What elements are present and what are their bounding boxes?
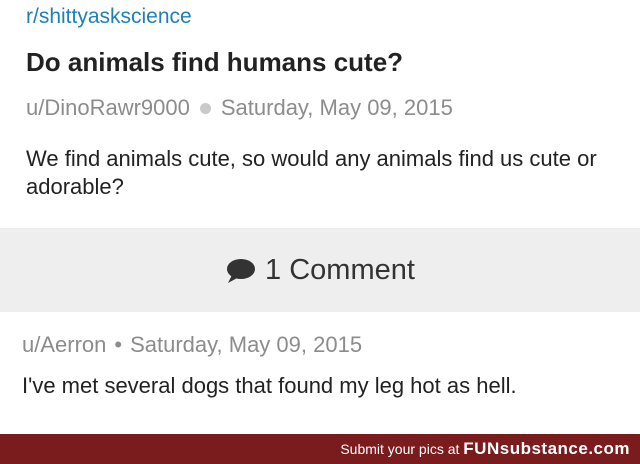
post-body: We find animals cute, so would any anima… (26, 146, 597, 199)
comment-separator: • (114, 332, 123, 357)
comment-date: Saturday, May 09, 2015 (130, 332, 363, 357)
post-author[interactable]: u/DinoRawr9000 (26, 95, 190, 121)
comment-meta: u/Aerron • Saturday, May 09, 2015 (22, 332, 362, 358)
post-meta: u/DinoRawr9000 Saturday, May 09, 2015 (26, 95, 453, 121)
subreddit-link[interactable]: r/shittyaskscience (26, 5, 192, 29)
footer-brand: FUNsubstance.com (463, 439, 630, 458)
comment-body: I've met several dogs that found my leg … (22, 373, 517, 398)
post-date: Saturday, May 09, 2015 (220, 95, 453, 120)
speech-bubble-icon (227, 258, 256, 283)
comment-author[interactable]: u/Aerron (22, 332, 106, 358)
footer-text: Submit your pics at FUNsubstance.com (340, 439, 630, 459)
post-title[interactable]: Do animals find humans cute? (26, 47, 403, 78)
separator-dot-icon (199, 102, 211, 114)
post-card: r/shittyaskscience Do animals find human… (0, 0, 640, 228)
footer-caption: Submit your pics at (340, 441, 460, 457)
watermark-footer: Submit your pics at FUNsubstance.com (0, 434, 640, 464)
comment-count[interactable]: 1 Comment (0, 254, 640, 287)
comment-count-label: 1 Comment (265, 254, 415, 286)
